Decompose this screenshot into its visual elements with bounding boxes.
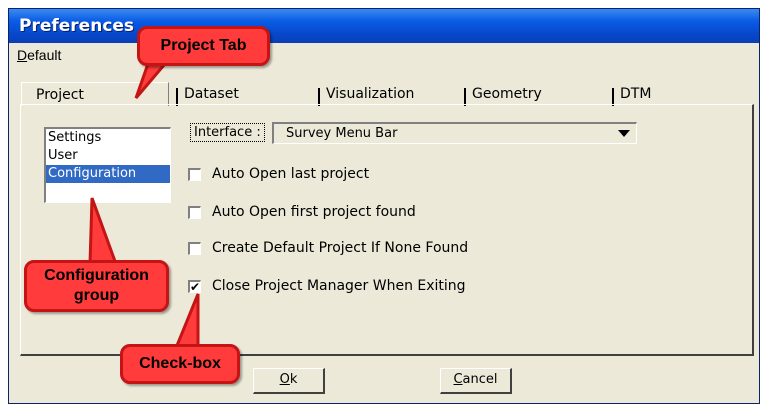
checkbox-pointer: [173, 293, 200, 350]
callout-pointers: [88, 56, 200, 350]
callout-configuration-text: Configuration group: [44, 267, 149, 304]
callout-check-box: Check-box: [120, 344, 240, 384]
configuration-pointer: [88, 197, 119, 266]
callout-configuration-group: Configuration group: [24, 260, 169, 312]
callout-check-box-text: Check-box: [139, 355, 221, 372]
callout-project-tab: Project Tab: [137, 26, 270, 66]
callout-project-tab-text: Project Tab: [160, 37, 247, 54]
